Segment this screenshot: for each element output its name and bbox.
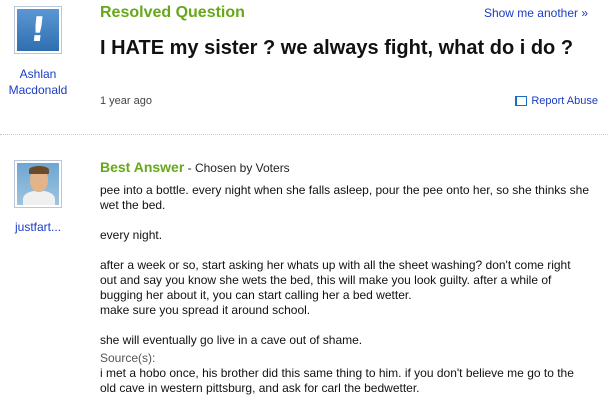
- chosen-by-label: - Chosen by Voters: [184, 161, 290, 175]
- asker-name-line1[interactable]: Ashlan: [20, 67, 57, 81]
- report-abuse-label: Report Abuse: [531, 95, 598, 107]
- show-another-link[interactable]: Show me another »: [484, 5, 588, 21]
- answerer-name[interactable]: justfart...: [0, 220, 76, 234]
- sources-text: i met a hobo once, his brother did this …: [100, 366, 574, 395]
- question-timestamp: 1 year ago: [100, 95, 152, 107]
- asker-name[interactable]: Ashlan Macdonald: [0, 66, 76, 98]
- sources-label: Source(s):: [100, 351, 156, 365]
- asker-avatar[interactable]: !: [14, 6, 62, 54]
- section-divider: [0, 134, 608, 135]
- best-answer-label: Best Answer: [100, 159, 185, 175]
- flag-icon: [515, 96, 528, 106]
- answer-paragraph: pee into a bottle. every night when she …: [100, 183, 589, 212]
- exclamation-avatar-icon: !: [17, 9, 59, 51]
- asker-name-line2[interactable]: Macdonald: [9, 83, 68, 97]
- answer-body: pee into a bottle. every night when she …: [100, 183, 590, 396]
- answer-paragraph: every night.: [100, 228, 163, 242]
- best-answer-heading: Best Answer - Chosen by Voters: [100, 159, 290, 176]
- person-avatar-icon: [17, 163, 59, 205]
- answer-paragraph: she will eventually go live in a cave ou…: [100, 333, 363, 347]
- question-title: I HATE my sister ? we always fight, what…: [100, 37, 574, 59]
- answerer-avatar[interactable]: [14, 160, 62, 208]
- report-abuse-link[interactable]: Report Abuse: [515, 94, 598, 108]
- question-status: Resolved Question: [100, 4, 245, 21]
- answer-paragraph: after a week or so, start asking her wha…: [100, 258, 571, 317]
